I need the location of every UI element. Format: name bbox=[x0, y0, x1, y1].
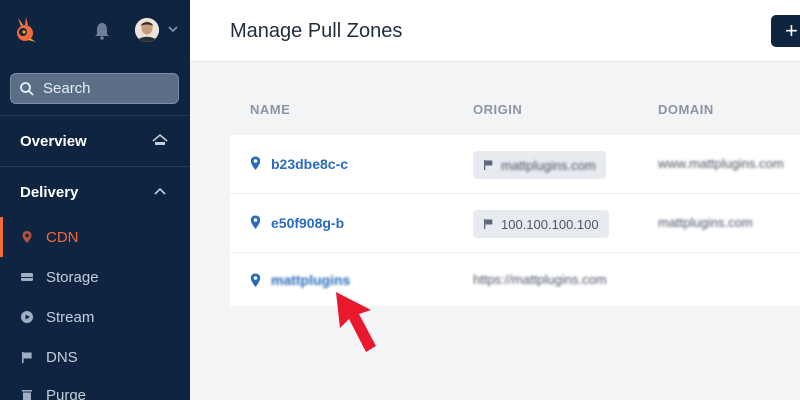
divider bbox=[0, 166, 190, 167]
pull-zones-table: b23dbe8c-c mattplugins.com www.mattplugi… bbox=[230, 135, 800, 306]
sidebar-top-bar bbox=[0, 0, 190, 62]
sidebar-item-stream[interactable]: Stream bbox=[0, 297, 190, 337]
table-row[interactable]: b23dbe8c-c mattplugins.com www.mattplugi… bbox=[230, 135, 800, 194]
origin-badge: mattplugins.com bbox=[473, 151, 606, 179]
search-box[interactable] bbox=[10, 73, 179, 104]
sidebar-item-label: Storage bbox=[46, 268, 99, 286]
sidebar-item-purge[interactable]: Purge bbox=[0, 375, 190, 400]
avatar-image bbox=[135, 18, 159, 42]
search-icon bbox=[20, 81, 34, 96]
section-label-overview: Overview bbox=[20, 133, 87, 150]
map-pin-icon bbox=[22, 231, 32, 243]
table-row[interactable]: mattplugins https://mattplugins.com bbox=[230, 253, 800, 306]
domain-value: mattplugins.com bbox=[658, 215, 753, 230]
add-button-label: + bbox=[785, 18, 798, 43]
origin-value: https://mattplugins.com bbox=[473, 272, 607, 287]
zone-name-link[interactable]: b23dbe8c-c bbox=[271, 156, 348, 172]
flag-icon bbox=[484, 160, 493, 170]
sidebar-item-label: DNS bbox=[46, 348, 78, 366]
sidebar-item-label: CDN bbox=[46, 228, 79, 246]
column-header-domain[interactable]: DOMAIN bbox=[658, 102, 714, 117]
sidebar-item-storage[interactable]: Storage bbox=[0, 257, 190, 297]
origin-value: 100.100.100.100 bbox=[501, 216, 599, 232]
add-pull-zone-button[interactable]: + bbox=[771, 15, 800, 47]
main-content: Manage Pull Zones + NAME ORIGIN DOMAIN b… bbox=[190, 0, 800, 400]
trash-icon bbox=[22, 390, 32, 400]
origin-value: mattplugins.com bbox=[501, 157, 596, 173]
page-title: Manage Pull Zones bbox=[230, 20, 403, 42]
chevron-down-icon[interactable] bbox=[166, 22, 180, 36]
table-row[interactable]: e50f908g-b 100.100.100.100 mattplugins.c… bbox=[230, 194, 800, 253]
zone-name-link[interactable]: e50f908g-b bbox=[271, 215, 344, 231]
column-header-name[interactable]: NAME bbox=[250, 102, 290, 117]
sidebar: Overview Delivery CDN Storage Strea bbox=[0, 0, 190, 400]
bell-icon[interactable] bbox=[94, 22, 110, 40]
home-icon bbox=[152, 133, 168, 145]
flag-icon bbox=[22, 352, 32, 363]
chevron-up-icon bbox=[154, 187, 166, 195]
search-input[interactable] bbox=[43, 80, 163, 97]
map-pin-icon bbox=[250, 273, 261, 287]
map-pin-icon bbox=[250, 156, 261, 170]
sidebar-item-cdn[interactable]: CDN bbox=[0, 217, 190, 257]
sidebar-item-label: Stream bbox=[46, 308, 95, 326]
drive-icon bbox=[21, 273, 33, 281]
domain-value: www.mattplugins.com bbox=[658, 156, 784, 171]
map-pin-icon bbox=[250, 215, 261, 229]
zone-name-link[interactable]: mattplugins bbox=[271, 272, 350, 288]
column-header-origin[interactable]: ORIGIN bbox=[473, 102, 522, 117]
annotation-arrow-icon bbox=[336, 292, 376, 352]
bunny-logo-icon[interactable] bbox=[12, 16, 38, 44]
section-label-delivery: Delivery bbox=[20, 184, 79, 201]
origin-badge: 100.100.100.100 bbox=[473, 210, 609, 238]
divider bbox=[0, 115, 190, 116]
page-header: Manage Pull Zones + bbox=[190, 0, 800, 62]
play-icon bbox=[21, 311, 33, 323]
sidebar-item-label: Purge bbox=[46, 386, 87, 400]
sidebar-item-dns[interactable]: DNS bbox=[0, 337, 190, 377]
avatar[interactable] bbox=[135, 18, 159, 42]
flag-icon bbox=[484, 219, 493, 229]
